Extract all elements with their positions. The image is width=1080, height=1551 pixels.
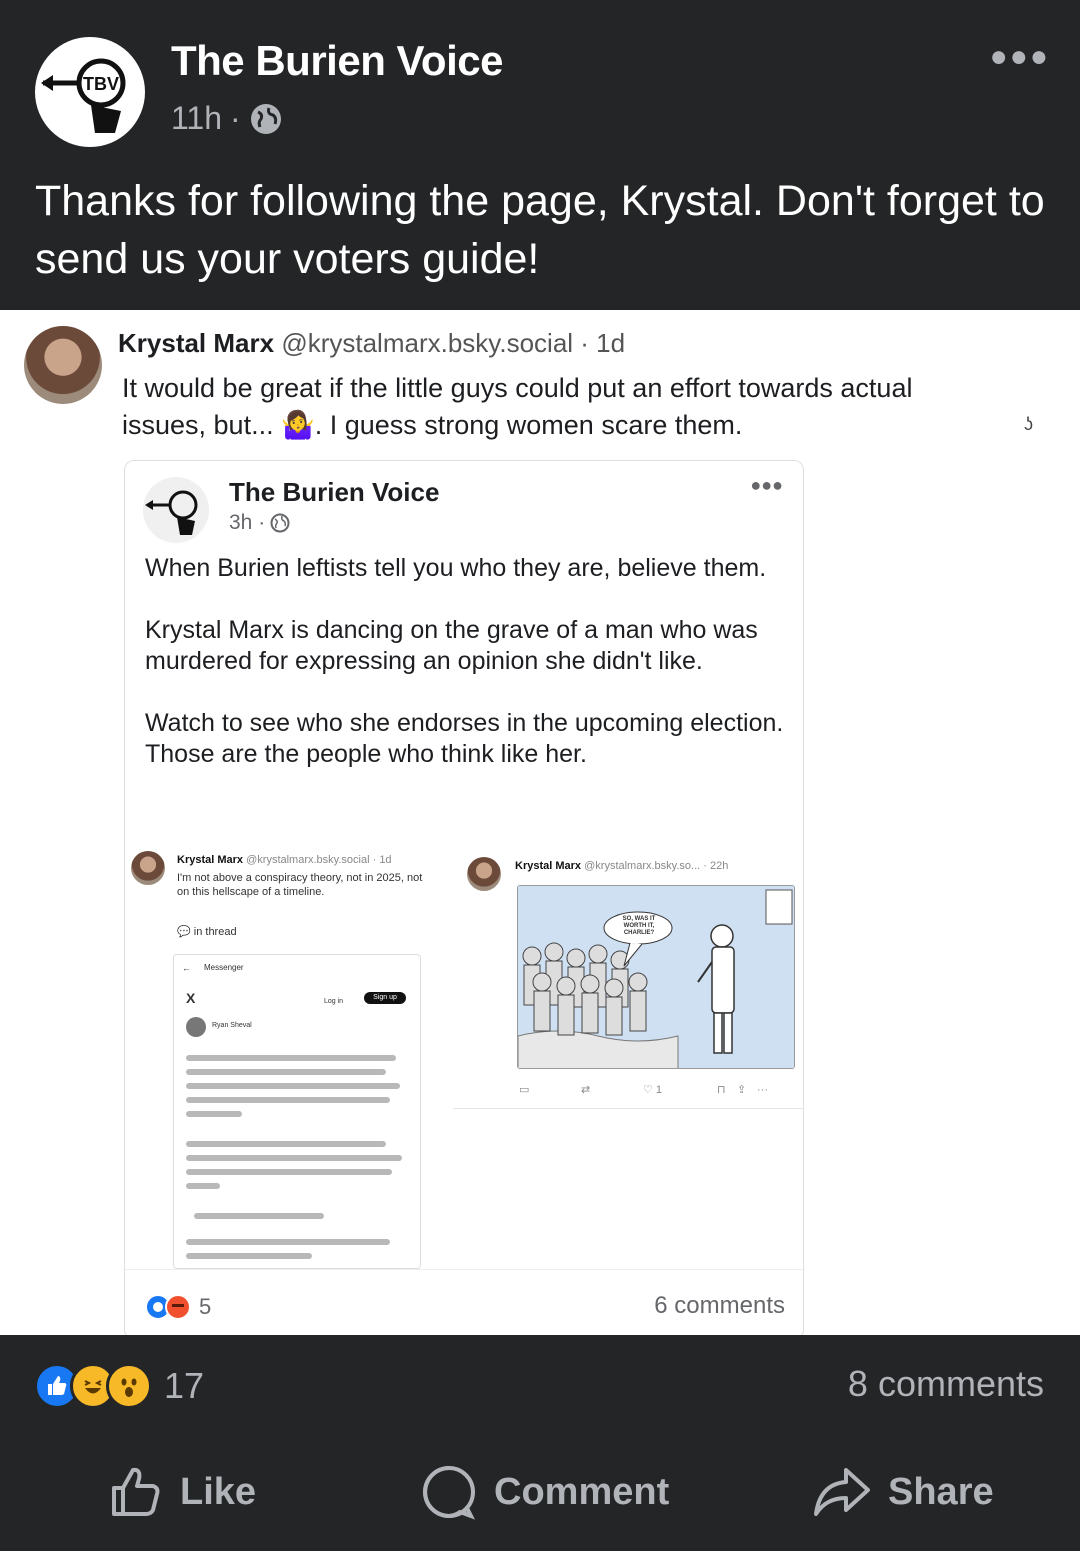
x-logo: X <box>186 990 196 1006</box>
back-arrow-icon: ← <box>182 963 191 973</box>
blurred-text <box>186 1111 242 1117</box>
embed-right-handle: @krystalmarx.bsky.so... · 22h <box>584 860 729 872</box>
repost-icon: ⇄ <box>581 1084 591 1096</box>
reaction-count: 17 <box>164 1365 205 1406</box>
embed-right-header: Krystal Marx @krystalmarx.bsky.so... · 2… <box>515 859 805 873</box>
quoted-paragraph: Krystal Marx is dancing on the grave of … <box>145 616 758 675</box>
quoted-more-icon: ●●● <box>750 475 783 495</box>
svg-text:TBV: TBV <box>83 74 119 94</box>
embed-thread-label: 💬 in thread <box>177 925 237 939</box>
reaction-icons <box>145 1294 191 1320</box>
post-meta: 11h · <box>171 100 283 137</box>
quoted-post-meta: 3h · <box>229 511 290 535</box>
more-options-icon[interactable]: ●●● <box>990 40 1050 74</box>
quoted-post-footer: 5 6 comments <box>125 1269 805 1335</box>
messenger-label: Messenger <box>204 963 244 972</box>
embed-left-header: Krystal Marx @krystalmarx.bsky.social · … <box>177 853 447 867</box>
reply-author: Krystal Marx <box>118 328 275 358</box>
tweet-avatar <box>186 1017 206 1037</box>
speech-bubble-text: SO, WAS IT WORTH IT, CHARLIE? <box>622 916 656 936</box>
quoted-post-body: When Burien leftists tell you who they a… <box>145 553 785 801</box>
reply-icon: ▭ <box>519 1084 530 1096</box>
quoted-post-time: 3h · <box>229 511 266 534</box>
cartoon-image: SO, WAS IT WORTH IT, CHARLIE? <box>517 885 795 1069</box>
side-mark: ʖ <box>1024 414 1033 434</box>
embed-right-author: Krystal Marx <box>515 860 582 872</box>
reply-header: Krystal Marx @krystalmarx.bsky.social · … <box>118 328 625 359</box>
quoted-reactions: 5 <box>145 1294 211 1320</box>
reply-text: It would be great if the little guys cou… <box>122 373 913 440</box>
quoted-page-name: The Burien Voice <box>229 477 440 507</box>
embed-left-author: Krystal Marx <box>177 854 244 866</box>
reactions-summary[interactable]: 17 <box>34 1363 204 1409</box>
blurred-text <box>186 1155 402 1161</box>
post-time[interactable]: 11h <box>171 100 222 137</box>
tweet-author: Ryan Sheval <box>212 1022 252 1029</box>
embedded-phone-screenshot: ← Messenger X Log in Sign up Ryan Sheval <box>173 954 421 1269</box>
globe-icon <box>270 513 290 533</box>
post-footer: 17 8 comments Like Comment Share <box>0 1335 1080 1551</box>
comment-bubble-icon <box>423 1466 476 1520</box>
thumbs-up-icon <box>112 1467 160 1516</box>
like-button[interactable]: Like <box>108 1457 256 1527</box>
quoted-comments-count: 6 comments <box>654 1292 785 1319</box>
post-text: Thanks for following the page, Krystal. … <box>35 177 1045 283</box>
blurred-text <box>186 1141 386 1147</box>
embed-avatar <box>467 857 501 891</box>
globe-icon <box>250 103 281 134</box>
comments-count[interactable]: 8 comments <box>848 1363 1044 1405</box>
embed-avatar <box>131 851 165 885</box>
blurred-text <box>186 1069 386 1075</box>
share-button[interactable]: Share <box>812 1457 994 1527</box>
embed-left-handle: @krystalmarx.bsky.social · 1d <box>246 854 392 866</box>
post-header: TBV The Burien Voice 11h · ●●● Thanks fo… <box>0 0 1080 310</box>
thread-label: in thread <box>193 926 237 938</box>
embed-left-text: I'm not above a conspiracy theory, not i… <box>177 872 423 898</box>
page-avatar[interactable]: TBV <box>35 37 145 147</box>
blurred-text <box>186 1253 312 1259</box>
embedded-post-left: Krystal Marx @krystalmarx.bsky.social · … <box>125 849 447 1269</box>
blurred-text <box>186 1239 390 1245</box>
quoted-paragraph: Watch to see who she endorses in the upc… <box>145 709 784 768</box>
quoted-reaction-count: 5 <box>199 1294 212 1319</box>
page-name[interactable]: The Burien Voice <box>171 37 503 85</box>
more-icon: ··· <box>757 1084 768 1096</box>
blurred-text <box>186 1055 396 1061</box>
thread-icon: 💬 <box>177 926 191 938</box>
like-label: Like <box>180 1470 257 1513</box>
reply-handle: @krystalmarx.bsky.social · 1d <box>281 328 626 358</box>
comment-button[interactable]: Comment <box>420 1457 669 1527</box>
bookmark-icon: ⊓ <box>717 1084 726 1096</box>
share-label: Share <box>888 1470 994 1513</box>
comment-label: Comment <box>494 1470 670 1513</box>
signup-button: Sign up <box>364 992 406 1004</box>
like-icon: ♡ 1 <box>643 1084 663 1096</box>
share-arrow-icon <box>814 1468 870 1516</box>
login-label: Log in <box>324 998 344 1005</box>
quoted-paragraph: When Burien leftists tell you who they a… <box>145 554 767 582</box>
blurred-text <box>186 1169 392 1175</box>
quoted-post-card: The Burien Voice 3h · ●●● When Burien le… <box>124 460 805 1335</box>
reply-avatar <box>24 326 102 404</box>
blurred-text <box>186 1097 390 1103</box>
blurred-text <box>186 1083 400 1089</box>
action-bar: Like Comment Share <box>0 1457 1080 1527</box>
blurred-text <box>194 1213 324 1219</box>
post-image[interactable]: Krystal Marx @krystalmarx.bsky.social · … <box>0 310 1080 1335</box>
meta-separator: · <box>230 100 241 136</box>
quoted-page-avatar <box>143 477 209 543</box>
blurred-text <box>186 1183 220 1189</box>
share-icon: ⇪ <box>737 1084 747 1096</box>
like-count: 1 <box>655 1084 663 1096</box>
embedded-post-right: Krystal Marx @krystalmarx.bsky.so... · 2… <box>453 849 803 1109</box>
wow-reaction-icon <box>106 1363 152 1409</box>
